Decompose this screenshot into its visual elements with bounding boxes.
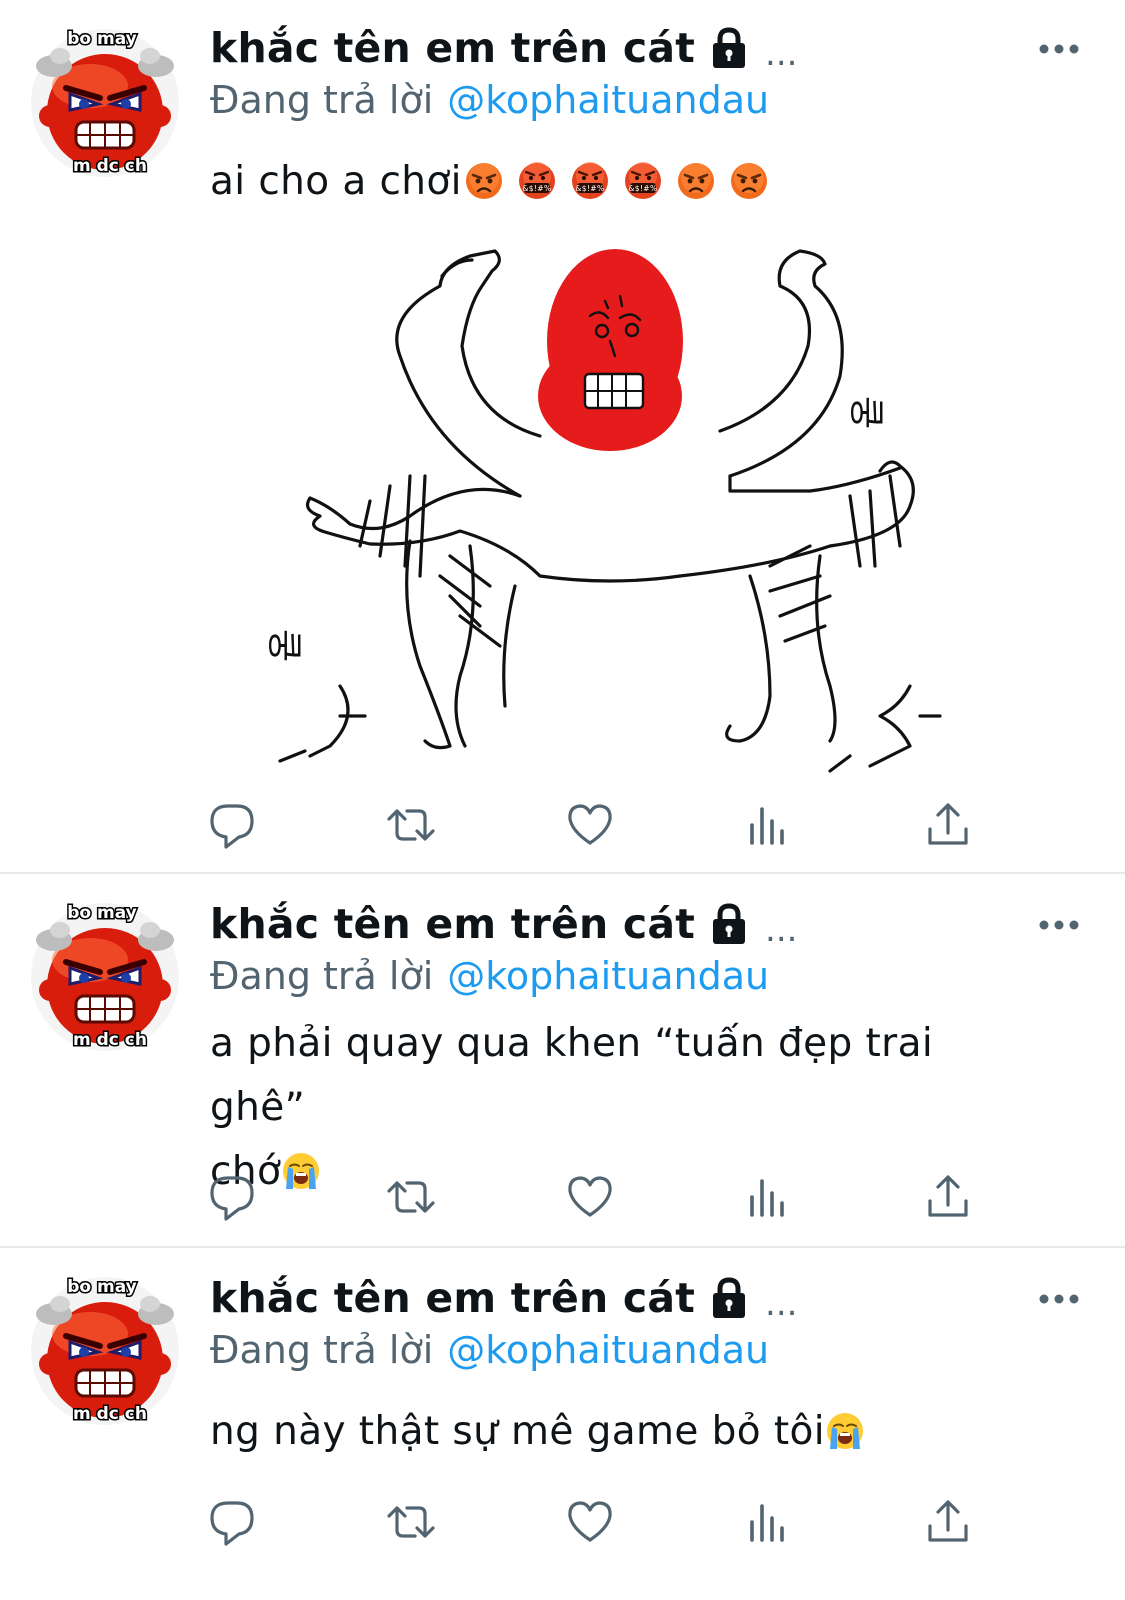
replying-to-label: Đang trả lời [210,78,434,122]
retweet-icon[interactable] [383,797,439,853]
author-row: khắc tên em trên cát ... [210,24,798,74]
angry-face-emoji [676,161,716,201]
loudly-crying-face-emoji [825,1411,865,1451]
tweet-actions [0,1494,1125,1550]
avatar-top-text: bo may [67,29,137,49]
retweet-icon[interactable] [383,1169,439,1225]
like-icon[interactable] [562,797,618,853]
handle-truncation: ... [765,1284,798,1324]
meme-drawing: 쿵 쿵 [210,246,1030,776]
avatar-bottom-text: m dc ch [73,1030,147,1050]
tweet-text-line: a phải quay qua khen “tuấn đẹp trai ghê” [210,1021,934,1130]
display-name[interactable]: khắc tên em trên cát [210,24,695,72]
avatar[interactable]: bo may m dc ch [30,902,180,1052]
more-options-icon[interactable] [1037,918,1081,932]
retweet-icon[interactable] [383,1494,439,1550]
tweet-text: ai cho a chơi [210,150,1040,214]
avatar-bottom-text: m dc ch [73,156,147,176]
replying-to: Đang trả lời @kophaituandau [210,954,769,998]
tweet-text-content: ai cho a chơi [210,159,462,204]
replying-to-label: Đang trả lời [210,1328,434,1372]
cursing-face-emoji [570,161,610,201]
lock-icon [709,1277,749,1319]
tweet-text: ng này thật sự mê game bỏ tôi [210,1400,1040,1464]
avatar-bottom-text: m dc ch [73,1404,147,1424]
avatar[interactable]: bo may m dc ch [30,1276,180,1426]
tweet-actions [0,1169,1125,1225]
handle-truncation: ... [765,34,798,74]
share-icon[interactable] [920,797,976,853]
reply-icon[interactable] [204,1169,260,1225]
tweet-media-image[interactable]: 쿵 쿵 [210,246,1030,776]
tweet-text-content: ng này thật sự mê game bỏ tôi [210,1409,826,1454]
reply-icon[interactable] [204,1494,260,1550]
lock-icon [709,903,749,945]
tweet[interactable]: bo may m dc ch khắc tên em trên cát ... … [0,1248,1125,1600]
tweet-actions [0,797,1125,853]
replying-to-handle[interactable]: @kophaituandau [447,78,769,122]
lock-icon [709,27,749,69]
replying-to-label: Đang trả lời [210,954,434,998]
cursing-face-emoji [517,161,557,201]
avatar-top-text: bo may [67,903,137,923]
media-caption-left: 쿵 [263,629,304,662]
share-icon[interactable] [920,1494,976,1550]
share-icon[interactable] [920,1169,976,1225]
tweet[interactable]: bo may m dc ch khắc tên em trên cát ... … [0,0,1125,870]
replying-to: Đang trả lời @kophaituandau [210,1328,769,1372]
more-options-icon[interactable] [1037,42,1081,56]
display-name[interactable]: khắc tên em trên cát [210,900,695,948]
display-name[interactable]: khắc tên em trên cát [210,1274,695,1322]
avatar[interactable]: bo may m dc ch [30,28,180,178]
like-icon[interactable] [562,1494,618,1550]
tweet[interactable]: bo may m dc ch khắc tên em trên cát ... … [0,874,1125,1244]
angry-face-emoji [729,161,769,201]
views-icon[interactable] [741,1169,797,1225]
author-row: khắc tên em trên cát ... [210,1274,798,1324]
replying-to-handle[interactable]: @kophaituandau [447,954,769,998]
reply-icon[interactable] [204,797,260,853]
views-icon[interactable] [741,1494,797,1550]
views-icon[interactable] [741,797,797,853]
media-caption-right: 쿵 [845,396,886,429]
replying-to: Đang trả lời @kophaituandau [210,78,769,122]
handle-truncation: ... [765,910,798,950]
more-options-icon[interactable] [1037,1292,1081,1306]
avatar-top-text: bo may [67,1277,137,1297]
cursing-face-emoji [623,161,663,201]
like-icon[interactable] [562,1169,618,1225]
author-row: khắc tên em trên cát ... [210,900,798,950]
angry-face-emoji [464,161,504,201]
replying-to-handle[interactable]: @kophaituandau [447,1328,769,1372]
